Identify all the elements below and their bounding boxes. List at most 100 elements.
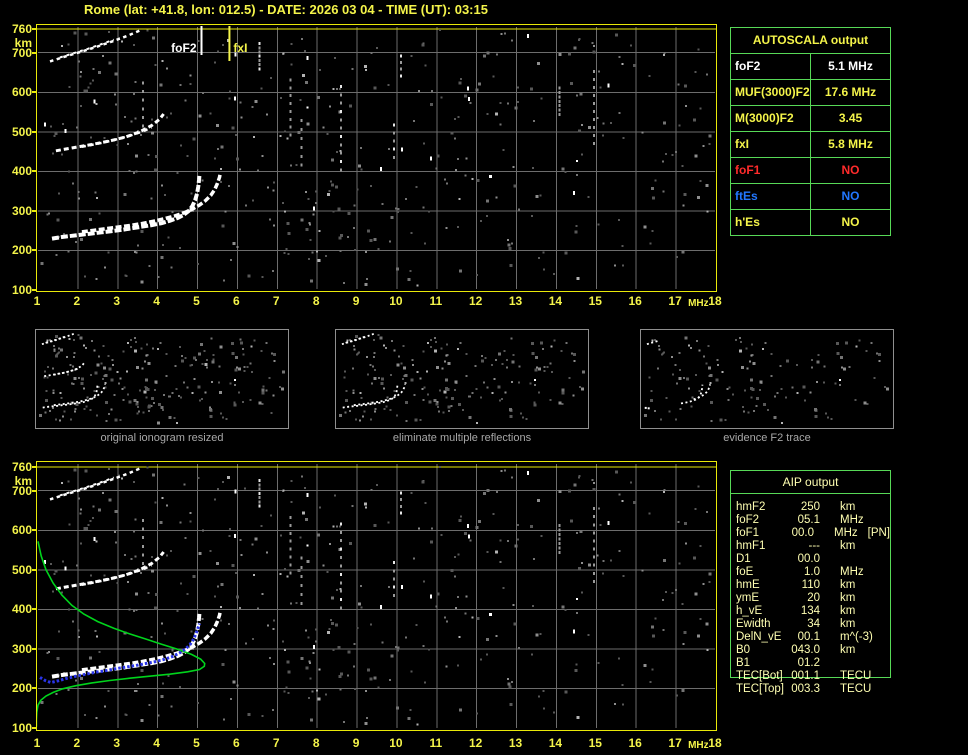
thumbnail-caption-original: original ionogram resized (100, 432, 224, 444)
aip-value-h_vE: 134 (800, 605, 820, 617)
y-tick-top-500: 500 (11, 124, 32, 139)
ionogram-top-canvas: foF2 fxI (37, 26, 716, 289)
aip-label-DelN_vE: DelN_vE (736, 631, 782, 643)
x-tick-top-1: 1 (33, 294, 41, 308)
autoscala-value-foF1: NO (841, 163, 860, 177)
x-tick-bottom-8: 8 (312, 736, 320, 750)
aip-label-foF1: foF1 (736, 527, 760, 539)
ionogram-plot-bottom (35, 461, 717, 731)
x-tick-top-6: 6 (233, 294, 240, 308)
aip-title: AIP output (731, 471, 890, 494)
aip-row-ymE: ymE 20 km (736, 592, 890, 605)
autoscala-row-MUF(3000)F2: MUF(3000)F2 17.6 MHz (731, 80, 890, 106)
aip-label-h_vE: h_vE (736, 605, 763, 617)
x-tick-top-3: 3 (113, 294, 121, 308)
aip-rows: hmF2 250 km foF2 05.1 MHz foF1 00.0 MHz [PN] hmF1-… (731, 494, 890, 696)
autoscala-label-foF1: foF1 (731, 158, 811, 183)
autoscala-title: AUTOSCALA output (731, 28, 890, 54)
thumbnail-evidence-canvas (644, 336, 889, 424)
x-tick-bottom-5: 5 (193, 736, 200, 750)
x-tick-top-16: 16 (628, 294, 642, 308)
autoscala-value-fxI: 5.8 MHz (828, 137, 873, 151)
autoscala-row-foF2: foF2 5.1 MHz (731, 54, 890, 80)
y-tick-bottom-760: 760 (11, 459, 32, 474)
aip-value-hmF2: 250 (800, 501, 820, 513)
aip-unit-Ewidth: km (840, 618, 856, 630)
aip-label-B1: B1 (736, 657, 751, 669)
aip-row-DelN_vE: DelN_vE 00.1 m^(-3) (736, 631, 890, 644)
y-tick-top-700: 700 (11, 45, 32, 60)
x-tick-top-11: 11 (429, 294, 443, 308)
autoscala-panel: AUTOSCALA output foF2 5.1 MHz MUF(3000)F2 1… (730, 27, 891, 236)
aip-unit-hmE: km (840, 579, 856, 591)
aip-panel: AIP output hmF2 250 km foF2 05.1 MHz foF1 00.0 M… (730, 470, 891, 695)
aip-row-TEC[Top]: TEC[Top] 003.3 TECU (736, 683, 890, 696)
aip-label-hmF1: hmF1 (736, 540, 766, 552)
aip-row-hmF2: hmF2 250 km (736, 501, 890, 514)
x-tick-bottom-17: 17 (668, 736, 682, 750)
aip-row-hmF1: hmF1 --- km (736, 540, 890, 553)
aip-row-hmE: hmE 110 km (736, 579, 890, 592)
autoscala-label-M(3000)F2: M(3000)F2 (731, 106, 811, 131)
aip-value-DelN_vE: 00.1 (797, 631, 820, 643)
aip-row-h_vE: h_vE 134 km (736, 605, 890, 618)
aip-value-hmF1: --- (808, 540, 821, 552)
aip-unit-TEC[Top]: TECU (840, 683, 872, 695)
y-tickmark-top-200 (32, 249, 36, 252)
thumbnail-original-ionogram (35, 329, 289, 429)
y-tick-bottom-200: 200 (11, 681, 32, 696)
x-tick-top-7: 7 (272, 294, 280, 308)
autoscala-label-MUF(3000)F2: MUF(3000)F2 (731, 80, 811, 105)
y-tick-bottom-100: 100 (11, 721, 32, 735)
aip-row-B1: B1 01.2 (736, 657, 890, 670)
aip-label-foE: foE (736, 566, 754, 578)
x-tick-bottom-15: 15 (588, 736, 602, 750)
x-tick-top-17: 17 (668, 294, 682, 308)
y-tick-bottom-700: 700 (11, 483, 32, 498)
autoscala-row-h'Es: h'Es NO (731, 210, 890, 235)
aip-unit-foE: MHz (840, 566, 864, 578)
y-tickmark-bottom-300 (32, 647, 36, 650)
x-tick-top-9: 9 (352, 294, 360, 308)
marker-label-foF2: foF2 (171, 41, 197, 55)
aip-unit-foF2: MHz (840, 514, 864, 526)
autoscala-row-M(3000)F2: M(3000)F2 3.45 (731, 106, 890, 132)
x-tick-bottom-13: 13 (508, 736, 523, 750)
x-tick-top-15: 15 (588, 294, 602, 308)
aip-row-Ewidth: Ewidth 34 km (736, 618, 890, 631)
x-tick-top-10: 10 (389, 294, 403, 308)
x-tick-top-8: 8 (312, 294, 320, 308)
y-tickmark-bottom-600 (32, 529, 36, 532)
autoscala-value-ftEs: NO (841, 189, 860, 203)
autoscala-value-h'Es: NO (841, 215, 860, 229)
ionogram-plot-top: foF2 fxI (36, 24, 717, 292)
aip-value-D1: 00.0 (797, 553, 820, 565)
y-tickmark-top-700 (32, 51, 36, 54)
aip-row-foF1: foF1 00.0 MHz [PN] (736, 527, 890, 540)
autoscala-label-fxI: fxI (731, 132, 811, 157)
autoscala-value-foF2: 5.1 MHz (828, 59, 873, 73)
aip-label-D1: D1 (736, 553, 751, 565)
autoscala-label-foF2: foF2 (731, 54, 811, 79)
y-tickmark-bottom-760 (32, 465, 36, 468)
x-tick-top-5: 5 (193, 294, 200, 308)
autoscala-label-h'Es: h'Es (731, 210, 811, 235)
aip-row-B0: B0 043.0 km (736, 644, 890, 657)
aip-label-Ewidth: Ewidth (736, 618, 771, 630)
aip-row-foF2: foF2 05.1 MHz (736, 514, 890, 527)
aip-label-TEC[Top]: TEC[Top] (736, 683, 784, 695)
y-tick-top-600: 600 (11, 85, 32, 100)
aip-unit-hmF1: km (840, 540, 856, 552)
aip-extra-foF1: [PN] (867, 527, 890, 539)
aip-value-B1: 01.2 (797, 657, 820, 669)
aip-row-D1: D1 00.0 (736, 553, 890, 566)
aip-label-hmF2: hmF2 (736, 501, 766, 513)
y-tick-bottom-300: 300 (11, 641, 32, 656)
autoscala-row-ftEs: ftEs NO (731, 184, 890, 210)
y-tickmark-top-400 (32, 170, 36, 173)
aip-unit-h_vE: km (840, 605, 856, 617)
aip-value-B0: 043.0 (791, 644, 820, 656)
y-tick-bottom-500: 500 (11, 562, 32, 577)
x-tick-bottom-16: 16 (628, 736, 642, 750)
autoscala-row-foF1: foF1 NO (731, 158, 890, 184)
